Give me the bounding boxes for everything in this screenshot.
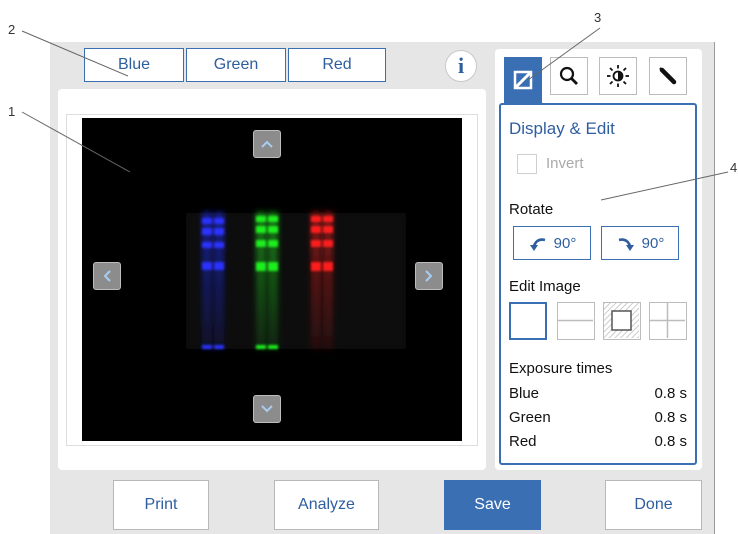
grid-quad-icon — [650, 303, 685, 338]
exposure-value: 0.8 s — [654, 385, 687, 402]
callout-2: 2 — [8, 22, 16, 37]
analyze-button[interactable]: Analyze — [274, 480, 379, 530]
pan-right-button[interactable] — [415, 262, 443, 290]
invert-label: Invert — [546, 155, 584, 172]
pan-down-button[interactable] — [253, 395, 281, 423]
chevron-left-icon — [103, 270, 111, 282]
pan-left-button[interactable] — [93, 262, 121, 290]
exposure-channel: Red — [509, 433, 537, 450]
zoom-icon — [559, 66, 578, 85]
save-button[interactable]: Save — [444, 480, 541, 530]
gel-image[interactable] — [82, 118, 462, 441]
save-label: Save — [474, 496, 511, 513]
panel-title: Display & Edit — [509, 119, 615, 138]
exposure-value: 0.8 s — [654, 409, 687, 426]
border-hatched-icon — [604, 303, 639, 338]
print-button[interactable]: Print — [113, 480, 209, 530]
channel-label: Blue — [117, 56, 151, 73]
pan-up-button[interactable] — [253, 130, 281, 158]
display-edit-tool-button[interactable] — [504, 57, 542, 103]
callout-1: 1 — [8, 104, 16, 119]
gel-bands — [186, 212, 406, 350]
rotate-left-icon — [529, 238, 545, 251]
rotate-right-icon — [618, 238, 634, 251]
print-label: Print — [144, 496, 178, 513]
info-icon: i — [457, 53, 465, 78]
layout-single-tile[interactable] — [509, 302, 547, 340]
info-button[interactable]: i — [445, 50, 477, 82]
layout-split-horizontal-tile[interactable] — [557, 302, 595, 340]
exposure-value: 0.8 s — [654, 433, 687, 450]
channel-label: Green — [213, 56, 259, 73]
channel-button-red[interactable]: Red — [288, 48, 386, 82]
rotate-left-label: 90° — [553, 234, 577, 252]
edit-image-label: Edit Image — [509, 278, 581, 295]
layout-border-tile[interactable] — [603, 302, 641, 340]
chevron-down-icon — [261, 405, 273, 413]
channel-button-green[interactable]: Green — [186, 48, 286, 82]
chevron-right-icon — [425, 270, 433, 282]
analyze-label: Analyze — [298, 496, 355, 513]
rotate-left-button[interactable]: 90° — [513, 226, 591, 260]
rotate-right-button[interactable]: 90° — [601, 226, 679, 260]
rotate-right-label: 90° — [641, 234, 665, 252]
exposure-channel: Green — [509, 409, 551, 426]
chevron-up-icon — [261, 140, 273, 148]
done-label: Done — [634, 496, 673, 513]
rotate-label: Rotate — [509, 201, 554, 218]
brightness-icon — [607, 65, 629, 87]
brightness-tool-button[interactable] — [599, 57, 637, 95]
channel-label: Red — [322, 56, 352, 73]
channel-button-blue[interactable]: Blue — [84, 48, 184, 82]
color-picker-icon — [659, 67, 677, 85]
done-button[interactable]: Done — [605, 480, 702, 530]
callout-4: 4 — [730, 160, 738, 175]
exposure-channel: Blue — [509, 385, 540, 402]
zoom-tool-button[interactable] — [550, 57, 588, 95]
invert-checkbox[interactable] — [517, 154, 537, 174]
exposure-title: Exposure times — [509, 360, 613, 377]
split-horizontal-icon — [558, 319, 593, 322]
layout-quad-tile[interactable] — [649, 302, 687, 340]
callout-3: 3 — [594, 10, 602, 25]
color-picker-tool-button[interactable] — [649, 57, 687, 95]
display-edit-icon — [513, 70, 533, 90]
